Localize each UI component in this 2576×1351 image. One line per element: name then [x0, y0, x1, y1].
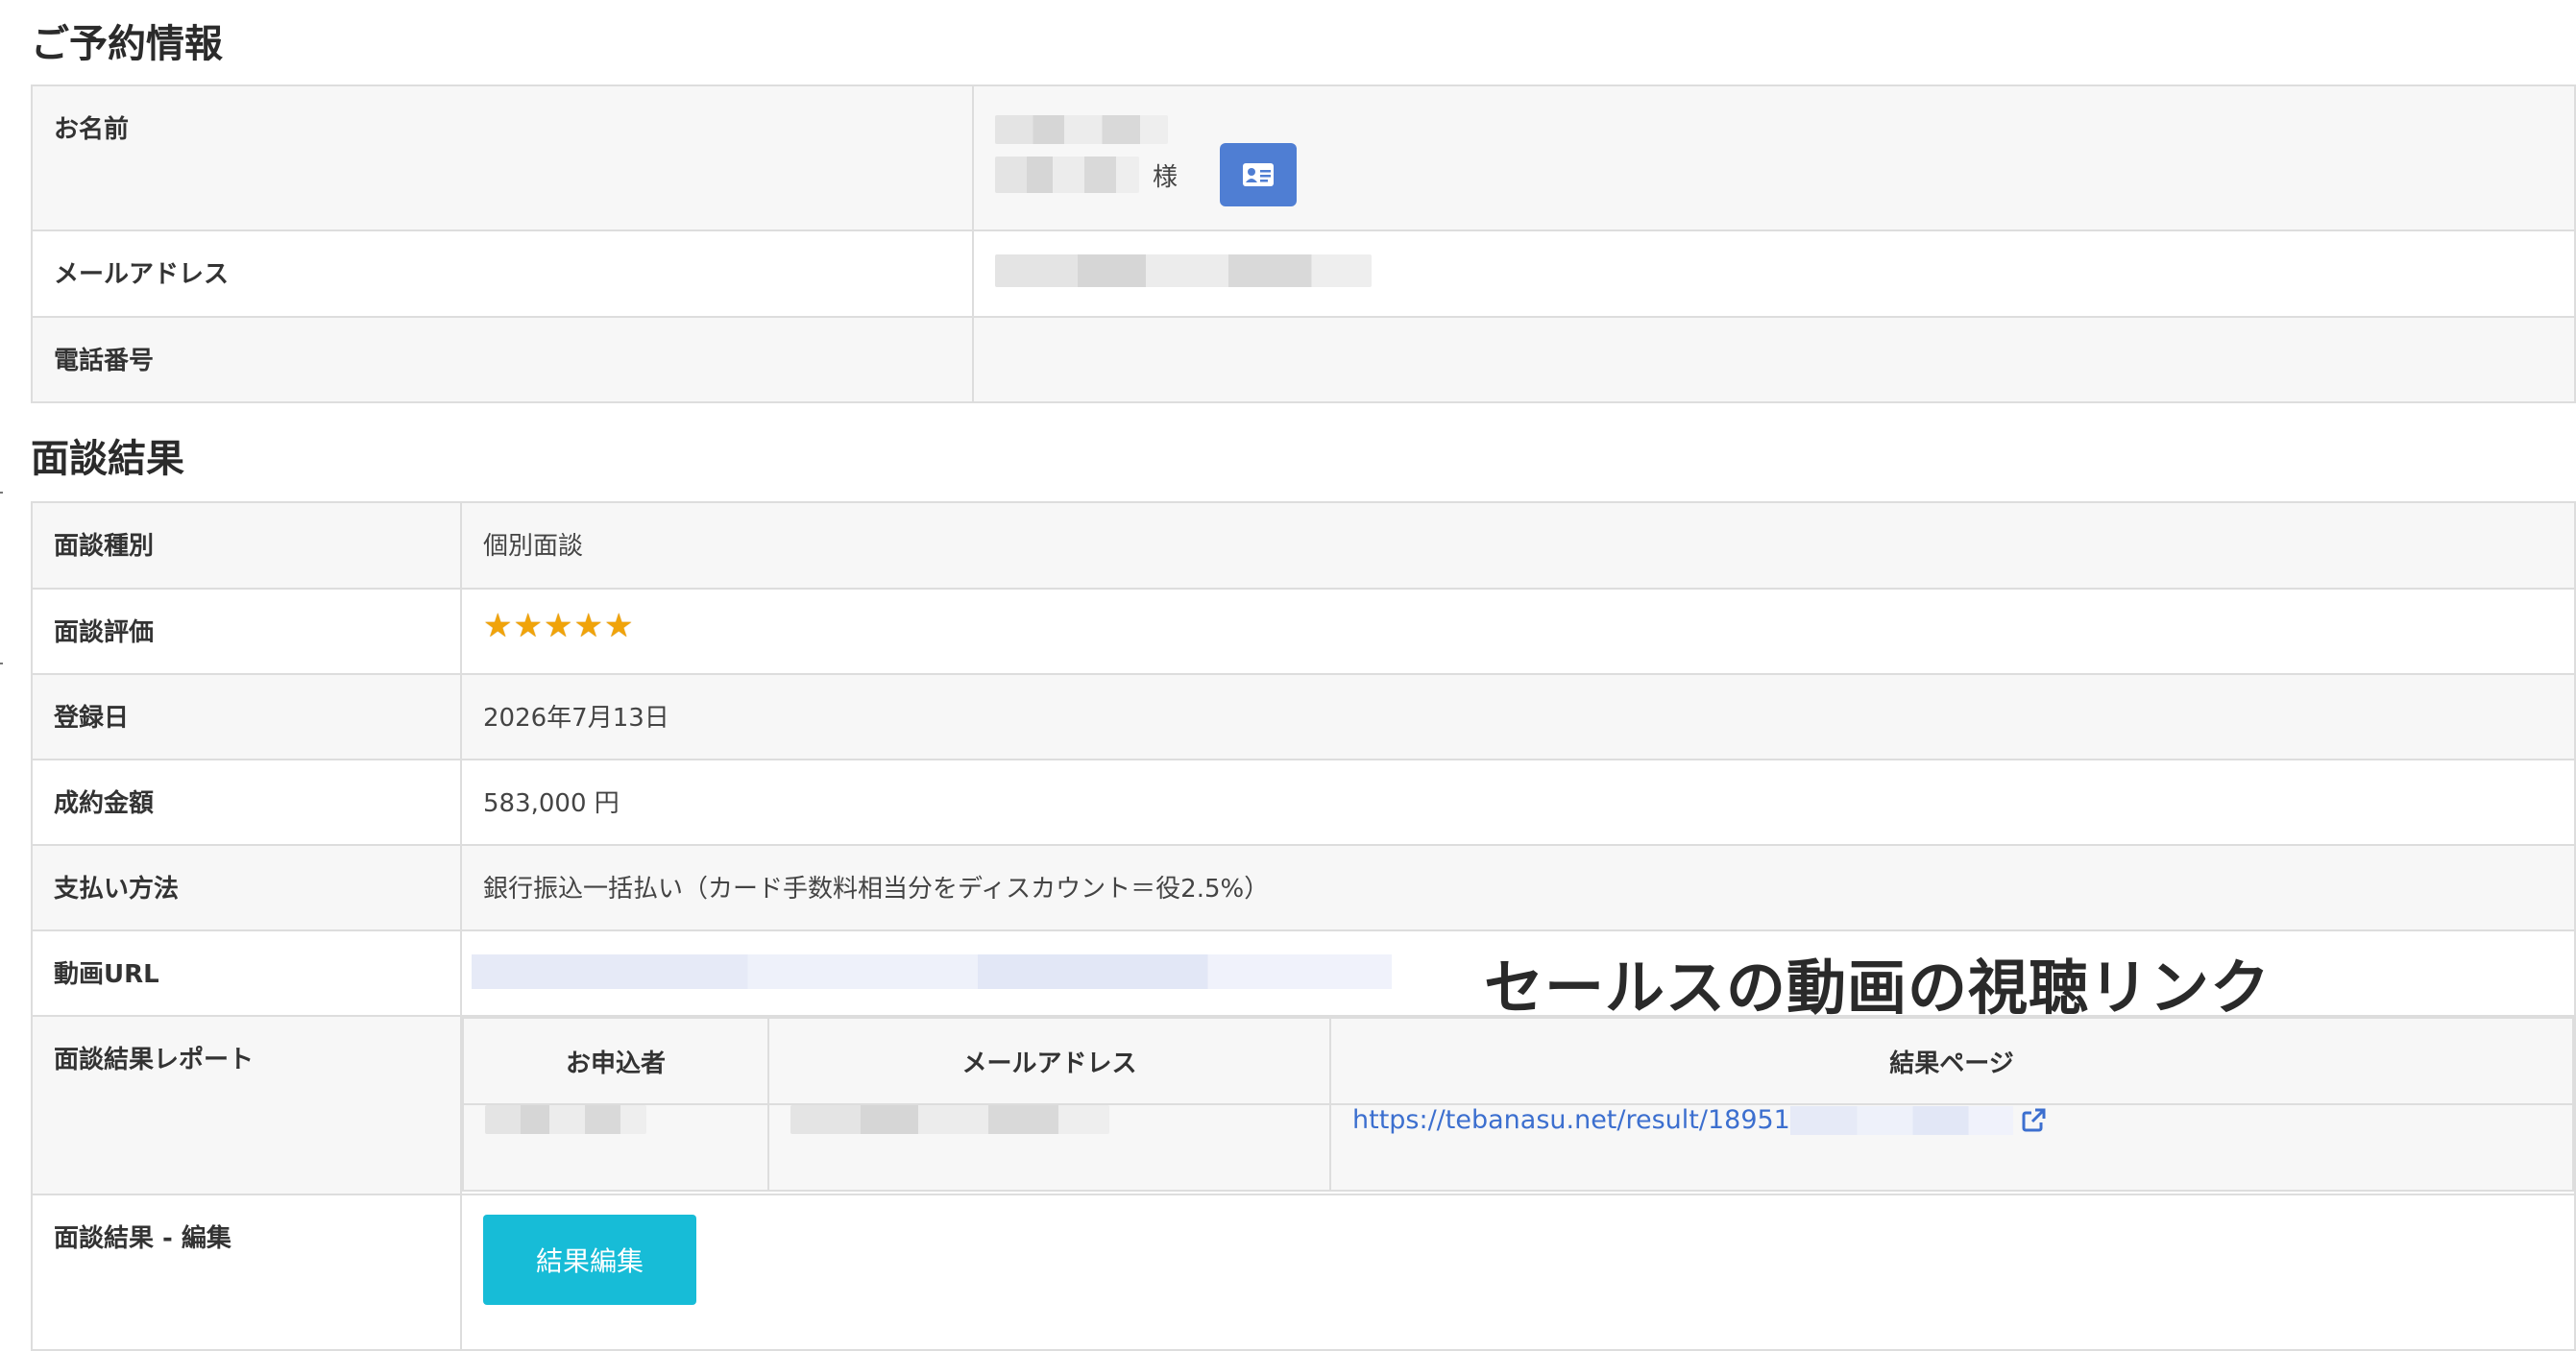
report-result-page: https://tebanasu.net/result/18951 [1329, 1103, 2574, 1192]
report-row: 面談結果レポート お申込者 メールアドレス 結果ページ https://teba… [31, 1015, 2576, 1195]
report-email-blurred [790, 1105, 1109, 1134]
result-section-title: 面談結果 [31, 437, 184, 481]
star-icon: ★ [543, 607, 574, 645]
report-label: 面談結果レポート [31, 1015, 462, 1195]
name-value: 様 [972, 84, 2576, 231]
payment-row: 支払い方法 銀行振込一括払い（カード手数料相当分をディスカウント＝役2.5%） [31, 844, 2576, 931]
date-label: 登録日 [31, 673, 462, 760]
star-icon: ★ [603, 607, 635, 645]
result-link-blurred[interactable] [1789, 1105, 2013, 1135]
report-header-applicant: お申込者 [462, 1017, 769, 1105]
payment-value: 銀行振込一括払い（カード手数料相当分をディスカウント＝役2.5%） [460, 844, 2576, 931]
report-table: お申込者 メールアドレス 結果ページ https://tebanasu.net/… [462, 1017, 2574, 1192]
star-icon: ★ [483, 607, 514, 645]
email-blurred [995, 253, 1372, 287]
amount-label: 成約金額 [31, 759, 462, 846]
edit-result-button[interactable]: 結果編集 [483, 1215, 696, 1305]
phone-row: 電話番号 [31, 316, 2576, 403]
annotation-label: セールスの動画の視聴リンク [1484, 953, 2272, 1023]
star-icon: ★ [573, 607, 604, 645]
phone-value [972, 316, 2576, 403]
reservation-section-title: ご予約情報 [31, 22, 223, 66]
reservation-table: お名前 様 メールアドレス 電話番号 [31, 84, 2576, 403]
report-email [767, 1103, 1331, 1192]
applicant-blurred [485, 1105, 646, 1134]
email-row: メールアドレス [31, 229, 2576, 318]
edit-row: 面談結果 - 編集 結果編集 [31, 1194, 2576, 1351]
star-icon: ★ [513, 607, 544, 645]
rating-label: 面談評価 [31, 588, 462, 675]
date-value: 2026年7月13日 [460, 673, 2576, 760]
rating-row: 面談評価 ★★★★★ [31, 588, 2576, 675]
amount-value: 583,000 円 [460, 759, 2576, 846]
edit-label: 面談結果 - 編集 [31, 1194, 462, 1351]
type-value: 個別面談 [460, 501, 2576, 590]
amount-row: 成約金額 583,000 円 [31, 759, 2576, 846]
video-label: 動画URL [31, 929, 462, 1017]
edit-cell: 結果編集 [460, 1194, 2576, 1351]
vcard-button[interactable] [1220, 143, 1298, 206]
report-header-result-page: 結果ページ [1329, 1017, 2574, 1105]
report-header-email: メールアドレス [767, 1017, 1331, 1105]
external-link-icon[interactable] [2019, 1106, 2048, 1135]
rating-stars: ★★★★★ [460, 588, 2576, 675]
edge-marker [0, 663, 3, 664]
name-blurred-line1 [995, 115, 1168, 144]
phone-label: 電話番号 [31, 316, 974, 403]
name-row: お名前 様 [31, 84, 2576, 231]
email-label: メールアドレス [31, 229, 974, 318]
id-card-icon [1243, 163, 1275, 186]
name-suffix: 様 [1153, 162, 1179, 192]
payment-label: 支払い方法 [31, 844, 462, 931]
name-blurred-line2 [995, 157, 1139, 193]
report-row-1: https://tebanasu.net/result/18951 [462, 1103, 2574, 1192]
edge-marker [0, 492, 3, 494]
date-row: 登録日 2026年7月13日 [31, 673, 2576, 760]
report-applicant [462, 1103, 769, 1192]
result-page-link[interactable]: https://tebanasu.net/result/18951 [1352, 1105, 1790, 1135]
type-row: 面談種別 個別面談 [31, 501, 2576, 590]
type-label: 面談種別 [31, 501, 462, 590]
name-label: お名前 [31, 84, 974, 231]
report-cell: お申込者 メールアドレス 結果ページ https://tebanasu.net/… [460, 1015, 2576, 1195]
video-url-blurred[interactable] [472, 954, 1392, 989]
email-value [972, 229, 2576, 318]
result-table: 面談種別 個別面談 面談評価 ★★★★★ 登録日 2026年7月13日 成約金額… [31, 501, 2576, 1351]
